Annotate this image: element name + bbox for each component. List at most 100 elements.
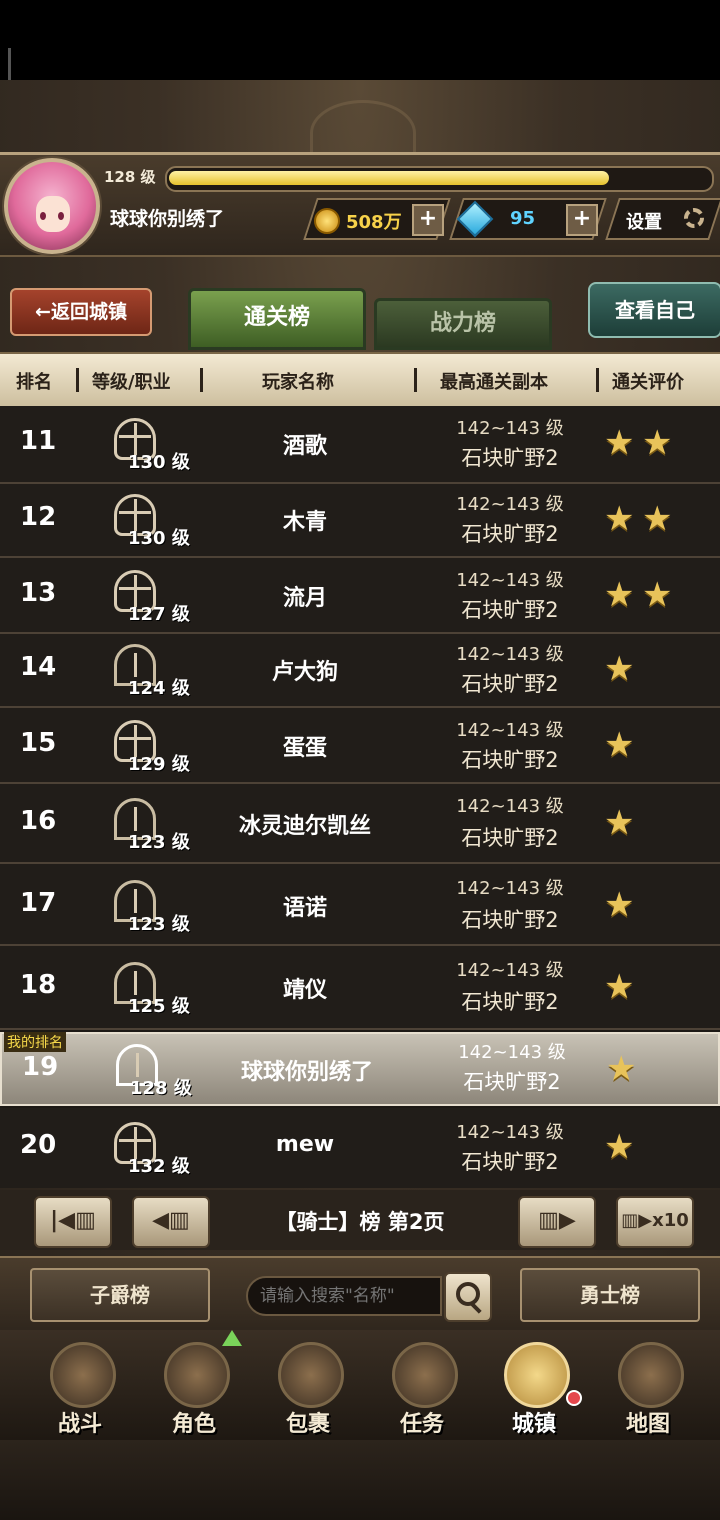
- player-row-name: 木青: [282, 510, 327, 535]
- player-row-name: 卢大狗: [271, 660, 338, 685]
- player-row-level: 132 级: [128, 1156, 190, 1177]
- player-row-level: 125 级: [128, 996, 190, 1017]
- next-page-button[interactable]: ▥▶: [518, 1196, 596, 1248]
- dungeon-level-range: 142~143 级: [456, 644, 564, 665]
- nav-bag[interactable]: 包裹: [258, 1336, 358, 1440]
- col-separator: [200, 368, 203, 392]
- star-icon: ★: [642, 575, 673, 615]
- prev-page-button[interactable]: ◀▥: [132, 1196, 210, 1248]
- col-separator: [76, 368, 79, 392]
- search-icon: [456, 1282, 480, 1306]
- viscount-rank-button[interactable]: 子爵榜: [30, 1268, 210, 1322]
- rank-number: 12: [20, 502, 57, 532]
- nav-label: 包裹: [285, 1412, 330, 1437]
- battle-icon: [50, 1342, 116, 1408]
- dungeon-level-range: 142~143 级: [456, 960, 564, 981]
- col-player-name: 玩家名称: [262, 372, 334, 393]
- star-icon: ★: [642, 499, 673, 539]
- town-icon: [504, 1342, 570, 1408]
- rank-number: 20: [20, 1130, 57, 1160]
- player-row-name: 流月: [282, 586, 327, 611]
- avatar-eye-right: [58, 212, 64, 220]
- first-page-button[interactable]: |◀▥: [34, 1196, 112, 1248]
- nav-battle[interactable]: 战斗: [30, 1336, 130, 1440]
- star-icon: ★: [604, 803, 635, 843]
- player-row-name: mew: [275, 1132, 335, 1157]
- star-icon: ★: [604, 1127, 635, 1167]
- star-icon: ★: [604, 575, 635, 615]
- player-row-level: 124 级: [128, 678, 190, 699]
- table-row[interactable]: 18 125 级 靖仪 142~143 级 石块旷野2 ★: [0, 946, 720, 1030]
- warrior-rank-button[interactable]: 勇士榜: [520, 1268, 700, 1322]
- dungeon-level-range: 142~143 级: [456, 570, 564, 591]
- rank-number: 15: [20, 728, 57, 758]
- col-separator: [596, 368, 599, 392]
- skip-ten-pages-button[interactable]: ▥▶x10: [616, 1196, 694, 1248]
- player-row-level: 127 级: [128, 604, 190, 625]
- player-row-name: 靖仪: [282, 978, 327, 1003]
- nav-label: 任务: [399, 1412, 444, 1437]
- dungeon-level-range: 142~143 级: [456, 720, 564, 741]
- nav-label: 战斗: [57, 1412, 102, 1437]
- nav-label: 角色: [171, 1412, 216, 1437]
- search-input[interactable]: [246, 1276, 442, 1316]
- table-row[interactable]: 20 132 级 mew 142~143 级 石块旷野2 ★: [0, 1108, 720, 1188]
- table-row[interactable]: 15 129 级 蛋蛋 142~143 级 石块旷野2 ★: [0, 708, 720, 784]
- nav-map[interactable]: 地图: [598, 1336, 698, 1440]
- dungeon-name: 石块旷野2: [461, 1150, 559, 1174]
- coin-icon: [314, 208, 340, 234]
- player-row-name: 语诺: [282, 896, 327, 921]
- add-gold-button[interactable]: +: [412, 204, 444, 236]
- col-level-class: 等级/职业: [92, 372, 171, 393]
- ranking-list[interactable]: 11 130 级 酒歌 142~143 级 石块旷野2 ★ ★ 12 130 级…: [0, 406, 720, 1188]
- add-gem-button[interactable]: +: [566, 204, 598, 236]
- nav-character[interactable]: 角色: [144, 1336, 244, 1440]
- star-icon: ★: [604, 423, 635, 463]
- nav-town[interactable]: 城镇: [484, 1336, 584, 1440]
- rank-number: 17: [20, 888, 57, 918]
- dungeon-name: 石块旷野2: [461, 990, 559, 1014]
- dungeon-name: 石块旷野2: [463, 1070, 561, 1094]
- nav-quest[interactable]: 任务: [372, 1336, 472, 1440]
- rank-number: 18: [20, 970, 57, 1000]
- search-button[interactable]: [444, 1272, 492, 1322]
- bottom-decoration: [0, 1440, 720, 1520]
- col-rating: 通关评价: [612, 372, 684, 393]
- player-level: 128 级: [104, 168, 156, 186]
- status-bar: [0, 0, 720, 112]
- table-row[interactable]: 14 124 级 卢大狗 142~143 级 石块旷野2 ★: [0, 634, 720, 708]
- xp-bar: [165, 166, 714, 192]
- xp-bar-fill: [169, 171, 610, 185]
- page-label: 【骑士】榜 第2页: [275, 1210, 445, 1234]
- rank-number: 14: [20, 652, 57, 682]
- my-rank-badge: 我的排名: [4, 1032, 66, 1052]
- dungeon-name: 石块旷野2: [461, 598, 559, 622]
- col-rank: 排名: [16, 372, 52, 393]
- table-row[interactable]: 17 123 级 语诺 142~143 级 石块旷野2 ★: [0, 864, 720, 946]
- table-row[interactable]: 16 123 级 冰灵迪尔凯丝 142~143 级 石块旷野2 ★: [0, 784, 720, 864]
- star-icon: ★: [604, 967, 635, 1007]
- table-row[interactable]: 11 130 级 酒歌 142~143 级 石块旷野2 ★ ★: [0, 406, 720, 484]
- tab-clear-rank[interactable]: 通关榜: [188, 288, 366, 350]
- view-self-button[interactable]: 查看自己: [588, 282, 720, 338]
- star-icon: ★: [606, 1049, 637, 1089]
- gear-icon[interactable]: [684, 208, 704, 228]
- col-separator: [414, 368, 417, 392]
- dungeon-name: 石块旷野2: [461, 522, 559, 546]
- rank-number: 19: [22, 1052, 59, 1082]
- character-icon: [164, 1342, 230, 1408]
- table-row[interactable]: 13 127 级 流月 142~143 级 石块旷野2 ★ ★: [0, 558, 720, 634]
- col-best-dungeon: 最高通关副本: [440, 372, 548, 393]
- dungeon-level-range: 142~143 级: [456, 418, 564, 439]
- tab-power-rank[interactable]: 战力榜: [374, 298, 552, 350]
- rank-number: 13: [20, 578, 57, 608]
- my-rank-row[interactable]: 19 128 级 球球你别绣了 142~143 级 石块旷野2 ★: [0, 1032, 720, 1106]
- dungeon-level-range: 142~143 级: [456, 796, 564, 817]
- player-row-level: 128 级: [130, 1078, 192, 1099]
- rank-number: 11: [20, 426, 57, 456]
- back-to-town-button[interactable]: ←返回城镇: [10, 288, 152, 336]
- player-avatar[interactable]: [4, 158, 100, 254]
- table-row[interactable]: 12 130 级 木青 142~143 级 石块旷野2 ★ ★: [0, 484, 720, 558]
- nav-label: 地图: [625, 1412, 670, 1437]
- settings-button[interactable]: 设置: [626, 208, 662, 234]
